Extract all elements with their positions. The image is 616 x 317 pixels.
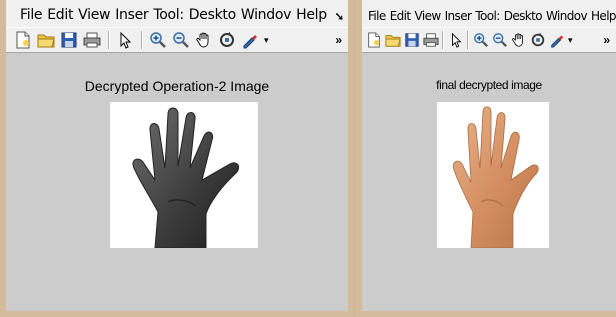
menu-view[interactable]: View xyxy=(78,7,110,23)
save-icon[interactable] xyxy=(58,29,80,51)
menu-insert[interactable]: Inser xyxy=(115,7,148,23)
decrypted-hand-image-color xyxy=(437,102,549,248)
zoom-out-icon[interactable] xyxy=(170,29,192,51)
menu-desktop[interactable]: Deskto xyxy=(504,9,543,23)
figure-area: final decrypted image xyxy=(362,54,616,311)
pan-hand-icon[interactable] xyxy=(509,29,528,51)
menu-help[interactable]: Help xyxy=(296,7,327,23)
save-icon[interactable] xyxy=(402,29,421,51)
menu-tools[interactable]: Tool: xyxy=(153,7,184,23)
new-file-icon[interactable] xyxy=(364,29,383,51)
open-folder-icon[interactable] xyxy=(35,29,57,51)
figure-title: Decrypted Operation-2 Image xyxy=(84,78,270,94)
menu-insert[interactable]: Inser xyxy=(445,9,472,23)
menu-edit[interactable]: Edit xyxy=(47,7,73,23)
figure-area: Decrypted Operation-2 Image xyxy=(6,54,348,311)
zoom-in-icon[interactable] xyxy=(471,29,490,51)
toolbar-separator xyxy=(442,31,444,49)
menu-tools[interactable]: Tool: xyxy=(475,9,500,23)
zoom-in-icon[interactable] xyxy=(147,29,169,51)
print-icon[interactable] xyxy=(421,29,440,51)
dropdown-arrow-icon[interactable]: ▾ xyxy=(264,35,269,46)
menu-edit[interactable]: Edit xyxy=(390,9,411,23)
toolbar-separator xyxy=(108,31,110,49)
menu-bar: File Edit View Inser Tool: Deskto Windov… xyxy=(362,0,616,27)
toolbar-separator xyxy=(141,31,143,49)
toolbar-overflow-icon[interactable]: » xyxy=(335,33,342,47)
menu-view[interactable]: View xyxy=(415,9,442,23)
menu-bar: File Edit View Inser Tool: Deskto Windov… xyxy=(6,0,348,27)
menu-desktop[interactable]: Deskto xyxy=(189,7,236,23)
decrypted-hand-image-gray xyxy=(110,102,258,248)
data-cursor-icon[interactable] xyxy=(239,29,261,51)
menu-file[interactable]: File xyxy=(368,9,386,23)
figure-toolbar: ▾ » xyxy=(6,27,348,53)
pointer-icon[interactable] xyxy=(114,29,136,51)
rotate-3d-icon[interactable] xyxy=(528,29,547,51)
figure-window-right: File Edit View Inser Tool: Deskto Windov… xyxy=(356,0,616,317)
new-file-icon[interactable] xyxy=(12,29,34,51)
print-icon[interactable] xyxy=(81,29,103,51)
figure-toolbar: ▾ » xyxy=(362,27,616,53)
menu-help[interactable]: Help xyxy=(591,9,616,23)
figure-window-left: File Edit View Inser Tool: Deskto Windov… xyxy=(0,0,354,317)
toolbar-separator xyxy=(467,31,469,49)
dropdown-arrow-icon[interactable]: ▾ xyxy=(568,35,573,46)
pan-hand-icon[interactable] xyxy=(193,29,215,51)
pointer-icon[interactable] xyxy=(446,29,465,51)
open-folder-icon[interactable] xyxy=(383,29,402,51)
menu-file[interactable]: File xyxy=(20,7,43,23)
zoom-out-icon[interactable] xyxy=(490,29,509,51)
data-cursor-icon[interactable] xyxy=(547,29,566,51)
figure-title: final decrypted image xyxy=(436,78,542,92)
menu-overflow-icon[interactable]: ➘ xyxy=(335,10,344,23)
rotate-3d-icon[interactable] xyxy=(216,29,238,51)
menu-window[interactable]: Windov xyxy=(546,9,588,23)
toolbar-overflow-icon[interactable]: » xyxy=(603,33,610,47)
menu-window[interactable]: Windov xyxy=(241,7,292,23)
